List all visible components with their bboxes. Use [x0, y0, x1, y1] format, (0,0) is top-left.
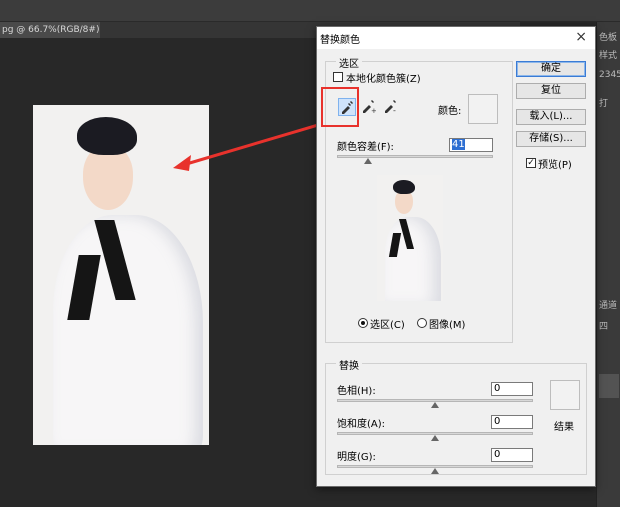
eyedropper-minus-icon[interactable]: - — [382, 98, 400, 116]
close-icon[interactable]: × — [575, 29, 587, 45]
figure-hair — [77, 117, 137, 155]
replacement-group-title: 替换 — [336, 357, 362, 372]
lightness-input[interactable]: 0 — [491, 448, 533, 462]
preview-figure-shirt — [385, 217, 441, 301]
layer-thumbnail[interactable] — [599, 374, 619, 398]
panel-label-open[interactable]: 打 — [599, 96, 608, 109]
preview-selection-label: 选区(C) — [370, 320, 405, 331]
eyedropper-highlight-box — [321, 87, 359, 127]
hue-value: 0 — [494, 383, 501, 394]
hue-slider-thumb[interactable] — [431, 402, 439, 408]
eyedropper-plus-icon[interactable]: + — [360, 98, 378, 116]
replacement-group: 替换 色相(H): 0 饱和度(A): 0 明度(G): 0 结果 — [325, 357, 587, 475]
svg-text:+: + — [371, 107, 376, 114]
saturation-value: 0 — [494, 416, 501, 427]
panel-label-swatches[interactable]: 色板 — [599, 30, 617, 43]
preview-selection-radio[interactable] — [358, 318, 368, 328]
panel-label-four: 四 — [599, 322, 609, 332]
ps-options-bar — [0, 0, 620, 22]
right-panel: 色板 样式 2345 打 通道 四 — [596, 22, 620, 507]
preview-image-radio[interactable] — [417, 318, 427, 328]
hue-label: 色相(H): — [337, 386, 376, 397]
lightness-slider-thumb[interactable] — [431, 468, 439, 474]
load-button[interactable]: 载入(L)... — [516, 109, 586, 125]
panel-label-styles[interactable]: 样式 — [599, 48, 617, 61]
lightness-value: 0 — [494, 449, 501, 460]
preview-image-label: 图像(M) — [429, 320, 466, 331]
selection-color-swatch[interactable] — [468, 94, 498, 124]
figure-shirt — [53, 215, 203, 445]
selection-preview-image — [377, 175, 443, 301]
saturation-slider-thumb[interactable] — [431, 435, 439, 441]
check-icon: ✓ — [527, 158, 535, 168]
fuzziness-value: 41 — [452, 139, 465, 150]
ok-button[interactable]: 确定 — [516, 61, 586, 77]
color-label: 颜色: — [438, 106, 462, 117]
result-label: 结果 — [554, 422, 574, 433]
saturation-label: 饱和度(A): — [337, 419, 386, 430]
fuzziness-slider[interactable] — [337, 155, 493, 158]
dialog-title: 替换颜色 — [320, 35, 360, 46]
reset-button[interactable]: 复位 — [516, 83, 586, 99]
saturation-input[interactable]: 0 — [491, 415, 533, 429]
annotation-arrow — [173, 118, 336, 171]
dialog-titlebar[interactable]: 替换颜色 × — [317, 27, 595, 49]
preview-checkbox[interactable]: ✓ — [526, 158, 536, 168]
fuzziness-slider-thumb[interactable] — [364, 158, 373, 164]
document-tab-title: pg @ 66.7%(RGB/8#) — [2, 25, 100, 35]
svg-text:-: - — [393, 106, 396, 114]
localized-clusters-checkbox[interactable] — [333, 72, 343, 82]
hue-input[interactable]: 0 — [491, 382, 533, 396]
lightness-label: 明度(G): — [337, 452, 376, 463]
fuzziness-label: 颜色容差(F): — [337, 142, 394, 153]
panel-label-channels[interactable]: 通道 — [599, 298, 617, 311]
save-button[interactable]: 存储(S)... — [516, 131, 586, 147]
localized-clusters-label: 本地化颜色簇(Z) — [346, 74, 421, 85]
preview-label: 预览(P) — [538, 160, 572, 171]
panel-label-number: 2345 — [599, 70, 620, 80]
document-tab[interactable]: pg @ 66.7%(RGB/8#)× — [0, 22, 100, 38]
fuzziness-input[interactable]: 41 — [449, 138, 493, 152]
result-color-swatch[interactable] — [550, 380, 580, 410]
preview-figure-hair — [393, 180, 415, 194]
selection-group-title: 选区 — [336, 55, 362, 70]
